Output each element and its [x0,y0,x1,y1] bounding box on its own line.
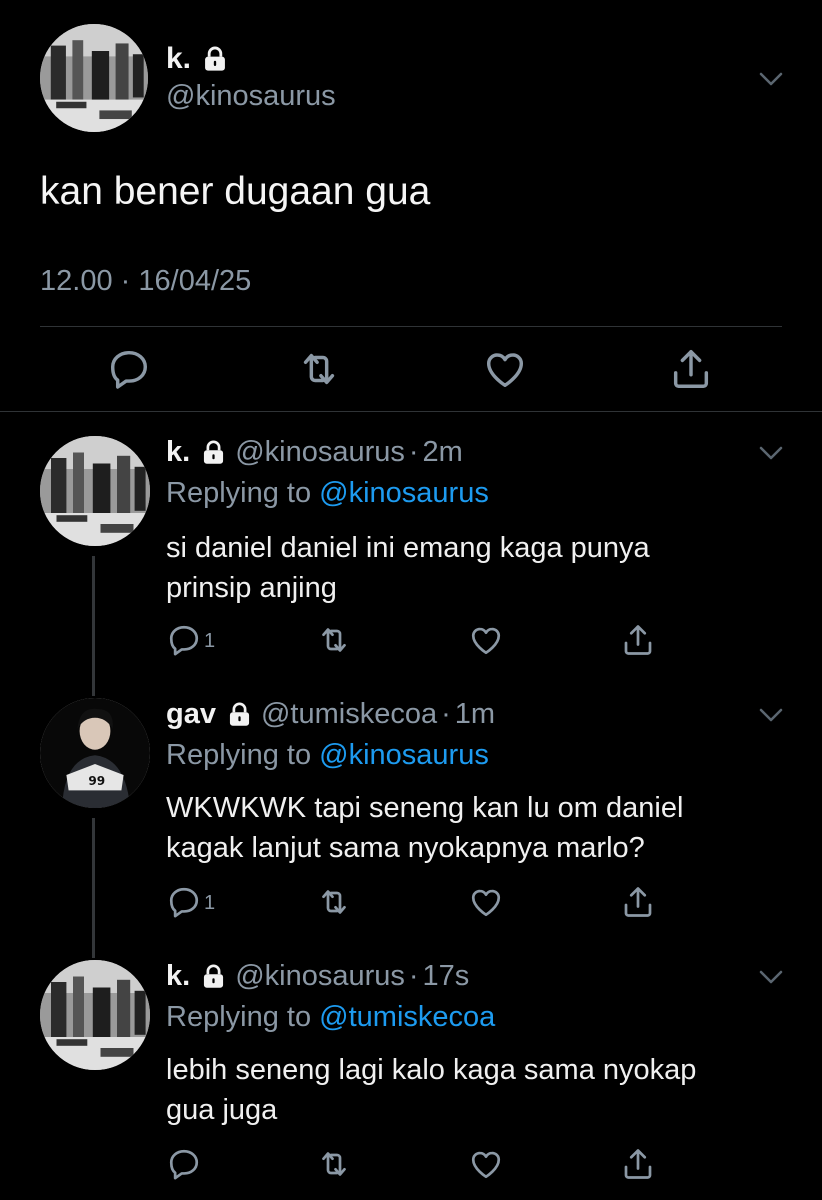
share-icon[interactable] [668,346,714,392]
replying-to-link[interactable]: @kinosaurus [319,739,489,771]
tweet-text-line: si daniel daniel ini emang kaga punya [166,532,650,564]
chevron-down-icon[interactable] [756,962,786,992]
avatar[interactable] [40,436,150,546]
tweet-text-line: kagak lanjut sama nyokapnya marlo? [166,832,645,864]
tweet-text-line: WKWKWK tapi seneng kan lu om daniel [166,792,684,824]
lock-icon [200,963,227,990]
heart-icon[interactable] [482,346,528,392]
main-tweet: k. @kinosaurus kan bener dugaan gua 12.0… [0,0,822,412]
retweet-icon[interactable] [316,884,352,920]
avatar[interactable] [40,960,150,1070]
tweet-text-line: prinsip anjing [166,572,337,604]
replying-to-link[interactable]: @tumiskecoa [319,1001,495,1033]
thread-line [92,556,95,696]
replying-to-link[interactable]: @kinosaurus [319,477,489,509]
heart-icon[interactable] [468,884,504,920]
thread-line [92,818,95,958]
reply-count: 1 [204,630,216,652]
avatar[interactable] [40,24,148,132]
reply-header: k. @kinosaurus · 2m [166,436,463,469]
author-handle[interactable]: @tumiskecoa [261,698,437,731]
replying-prefix: Replying to [166,1001,312,1033]
reply-icon[interactable] [166,622,202,658]
share-icon[interactable] [620,1146,656,1182]
author-handle[interactable]: @kinosaurus [235,960,405,993]
meta-separator: · [441,698,451,730]
replying-to: Replying to @kinosaurus [166,477,489,510]
replying-prefix: Replying to [166,739,312,771]
tweet-text: lebih seneng lagi kalo kaga sama nyokap … [166,1050,786,1130]
retweet-icon[interactable] [296,346,342,392]
meta-separator: · [120,265,131,297]
lock-icon [200,439,227,466]
author-name-row: k. [166,42,229,76]
lock-icon [226,701,253,728]
divider [40,326,782,327]
tweet-text: WKWKWK tapi seneng kan lu om daniel kaga… [166,788,786,868]
author-handle[interactable]: @kinosaurus [235,436,405,469]
author-handle[interactable]: @kinosaurus [166,80,336,113]
reply-icon[interactable] [106,346,152,392]
tweet-time: 17s [422,960,470,992]
replying-to: Replying to @tumiskecoa [166,1001,495,1034]
reply-icon[interactable] [166,1146,202,1182]
replying-to: Replying to @kinosaurus [166,739,489,772]
reply-header: k. @kinosaurus · 17s [166,960,469,993]
share-icon[interactable] [620,884,656,920]
lock-icon [201,45,229,73]
author-name[interactable]: gav [166,698,216,731]
tweet-date: 16/04/25 [138,265,252,297]
tweet-text-line: lebih seneng lagi kalo kaga sama nyokap [166,1054,697,1086]
retweet-icon[interactable] [316,1146,352,1182]
tweet-timestamp: 12.00 · 16/04/25 [40,265,251,298]
author-name[interactable]: k. [166,960,190,993]
meta-separator: · [408,436,419,468]
tweet-time: 2m [422,436,463,468]
tweet-text-line: gua juga [166,1094,278,1126]
tweet-text: si daniel daniel ini emang kaga punya pr… [166,528,786,608]
tweet-text: kan bener dugaan gua [40,170,431,213]
share-icon[interactable] [620,622,656,658]
retweet-icon[interactable] [316,622,352,658]
chevron-down-icon[interactable] [756,438,786,468]
heart-icon[interactable] [468,622,504,658]
chevron-down-icon[interactable] [756,700,786,730]
avatar[interactable] [40,698,150,808]
tweet-time: 1m [454,698,496,730]
meta-separator: · [408,960,419,992]
author-name[interactable]: k. [166,436,190,469]
reply-header: gav @tumiskecoa · 1m [166,698,495,731]
reply-count: 1 [204,892,216,914]
tweet-time: 12.00 [40,265,113,297]
heart-icon[interactable] [468,1146,504,1182]
author-name[interactable]: k. [166,42,191,76]
chevron-down-icon[interactable] [756,64,786,94]
reply-icon[interactable] [166,884,202,920]
replying-prefix: Replying to [166,477,312,509]
